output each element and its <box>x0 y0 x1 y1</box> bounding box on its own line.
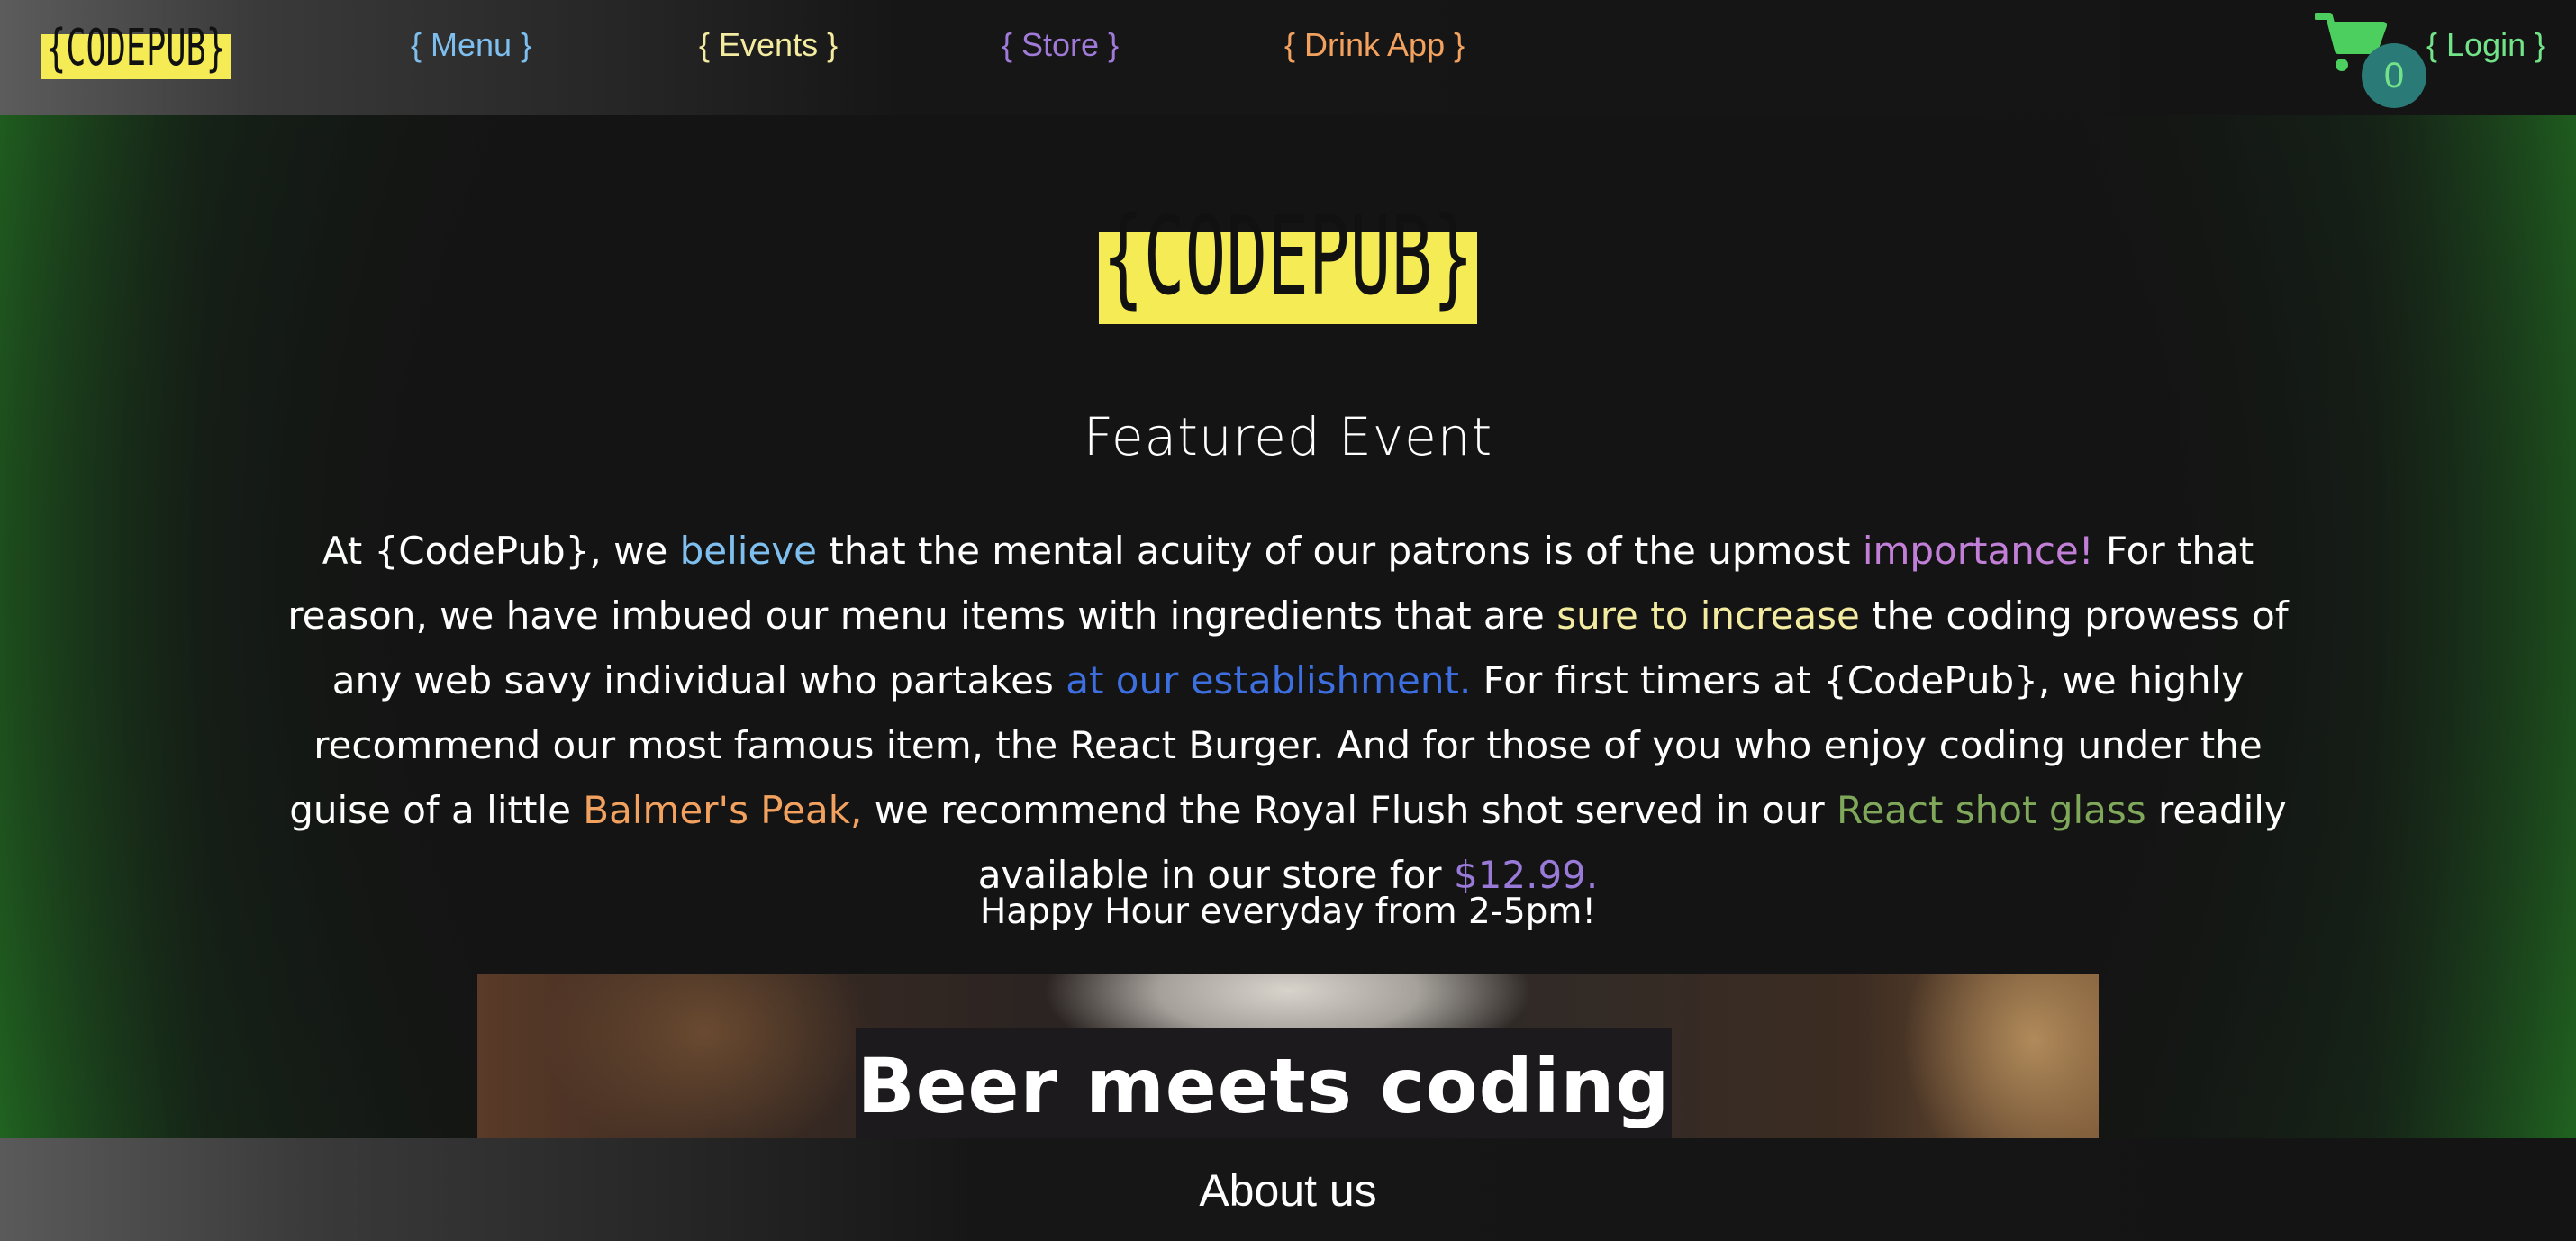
about-us-title: About us <box>1199 1165 1377 1216</box>
description-segment: sure to increase <box>1556 593 1860 638</box>
svg-text:{CODEPUB}: {CODEPUB} <box>1102 195 1474 320</box>
codepub-logo[interactable]: {CODEPUB} <box>41 9 231 79</box>
nav-link-store[interactable]: { Store } <box>1002 25 1119 65</box>
event-banner-image: Beer meets coding <box>477 974 2099 1138</box>
login-link[interactable]: { Login } <box>2426 25 2545 65</box>
description-segment: importance! <box>1862 529 2094 573</box>
featured-event-title: Featured Event <box>1083 406 1493 467</box>
cart-button[interactable]: 0 <box>2315 11 2426 108</box>
cart-count-badge: 0 <box>2362 43 2426 108</box>
featured-event-section: {CODEPUB} Featured Event At {CodePub}, w… <box>0 115 2576 1138</box>
description-segment: we recommend the Royal Flush shot served… <box>862 788 1837 832</box>
featured-event-description: At {CodePub}, we believe that the mental… <box>261 519 2315 908</box>
svg-text:{CODEPUB}: {CODEPUB} <box>46 19 226 77</box>
description-segment: React shot glass <box>1837 788 2146 832</box>
nav-link-drink-app[interactable]: { Drink App } <box>1284 25 1465 65</box>
about-us-bar: About us <box>0 1138 2576 1241</box>
description-segment: that the mental acuity of our patrons is… <box>817 529 1863 573</box>
description-segment: believe <box>679 529 818 573</box>
nav-link-events[interactable]: { Events } <box>699 25 838 65</box>
description-segment: At {CodePub}, we <box>322 529 680 573</box>
happy-hour-text: Happy Hour everyday from 2-5pm! <box>979 892 1597 932</box>
nav-link-menu[interactable]: { Menu } <box>411 25 531 65</box>
description-segment: Balmer's Peak, <box>583 788 863 832</box>
codepub-hero-logo: {CODEPUB} <box>1099 195 1477 324</box>
banner-caption: Beer meets coding <box>856 1028 1672 1138</box>
description-segment: at our establishment. <box>1066 658 1472 702</box>
top-navbar: {CODEPUB} { Menu } { Events } { Store } … <box>0 0 2576 115</box>
